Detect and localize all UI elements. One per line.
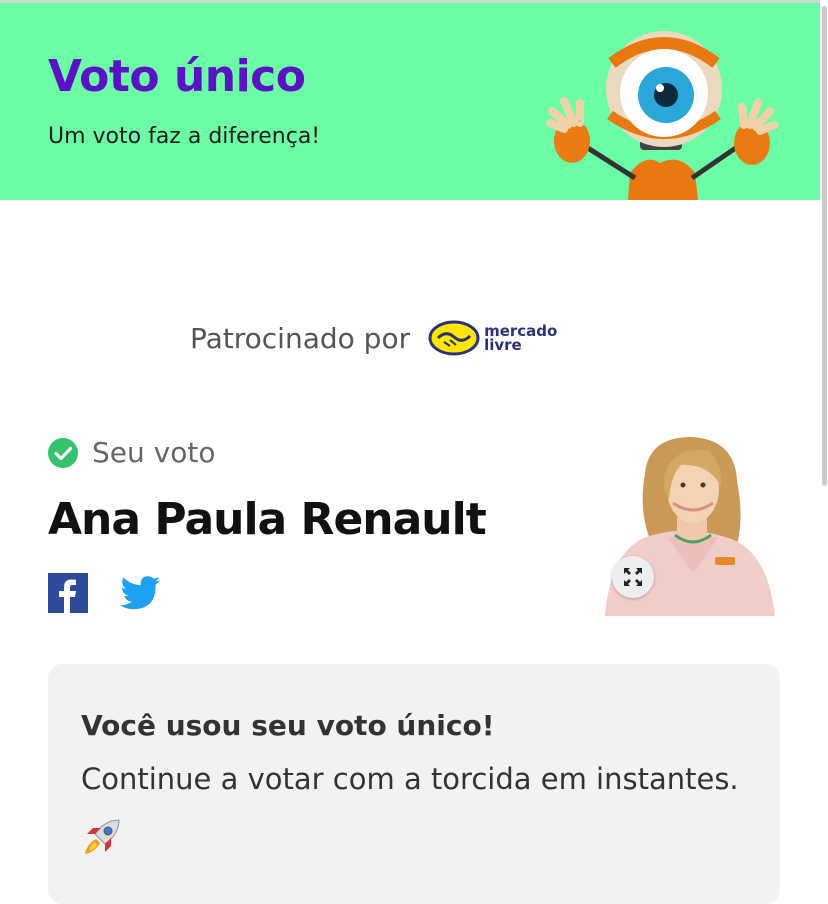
share-buttons bbox=[48, 573, 160, 613]
rocket-icon bbox=[85, 819, 120, 854]
check-circle-icon bbox=[48, 437, 78, 468]
sponsor-label: Patrocinado por bbox=[190, 321, 411, 355]
page-title: Voto único bbox=[48, 51, 306, 102]
sponsor-row: Patrocinado por mercado livre bbox=[190, 318, 557, 358]
handshake-logo-icon bbox=[428, 320, 480, 356]
notice-text: Continue a votar com a torcida em instan… bbox=[81, 762, 739, 796]
candidate-name: Ana Paula Renault bbox=[48, 494, 487, 545]
scrollbar[interactable] bbox=[820, 0, 828, 889]
mercado-livre-logo[interactable]: mercado livre bbox=[428, 320, 557, 356]
expand-photo-button[interactable] bbox=[612, 556, 654, 598]
expand-icon bbox=[624, 568, 642, 586]
brand-line-2: livre bbox=[484, 336, 522, 354]
vote-status: Seu voto bbox=[48, 436, 215, 469]
mascot-eye-robot bbox=[546, 31, 778, 200]
twitter-icon[interactable] bbox=[120, 576, 160, 610]
vote-status-label: Seu voto bbox=[92, 436, 216, 469]
facebook-icon[interactable] bbox=[48, 573, 88, 613]
notice-title: Você usou seu voto único! bbox=[81, 709, 495, 742]
vote-used-notice: Você usou seu voto único! Continue a vot… bbox=[48, 664, 780, 904]
page-subtitle: Um voto faz a diferença! bbox=[48, 124, 321, 149]
header-banner: Voto único Um voto faz a diferença! bbox=[0, 3, 820, 200]
scrollbar-thumb[interactable] bbox=[822, 6, 827, 486]
